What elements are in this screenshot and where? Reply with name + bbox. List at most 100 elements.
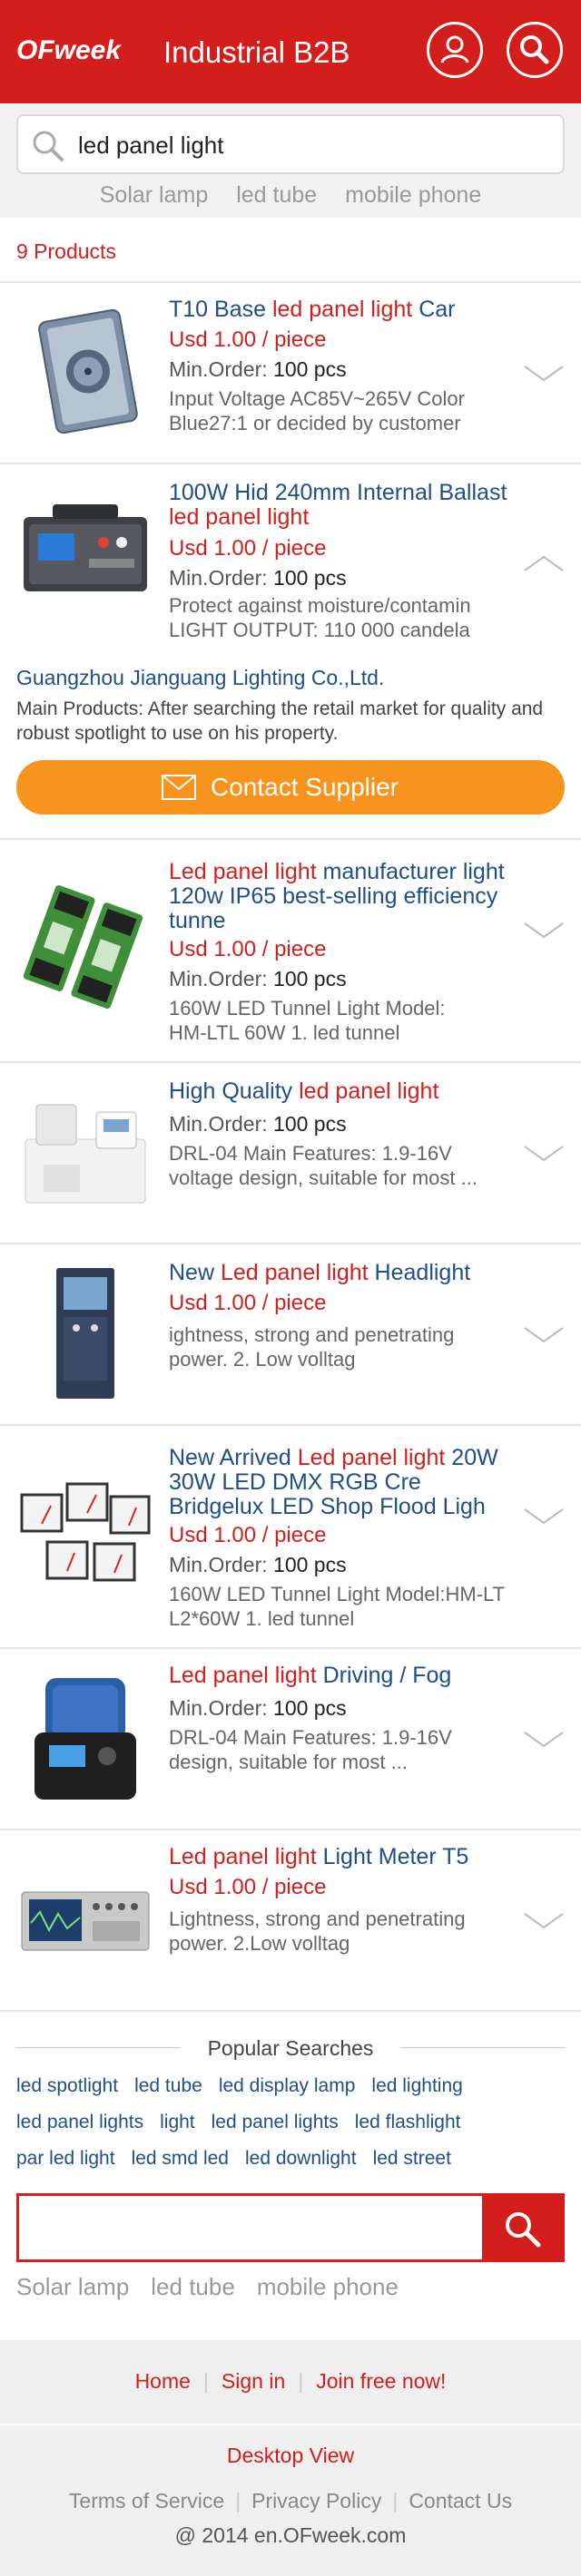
product-price: Usd 1.00 / piece [169,1291,327,1315]
chevron-down-icon[interactable] [523,1144,565,1164]
footer-link-signin[interactable]: Sign in [222,2369,285,2393]
product-image[interactable] [16,1264,154,1402]
min-order: Min.Order: 100 pcs [169,1696,347,1720]
chevron-up-icon[interactable] [523,553,565,573]
hint-link[interactable]: mobile phone [345,182,481,208]
search-input[interactable]: led panel light [16,114,565,174]
popular-link[interactable]: led spotlight [16,2075,118,2096]
hint-link[interactable]: led tube [151,2273,235,2300]
min-order: Min.Order: 100 pcs [169,1112,347,1136]
product-title[interactable]: T10 Base led panel light Car [169,298,514,322]
product-image[interactable] [16,1669,154,1807]
contact-link[interactable]: Contact Us [409,2489,512,2513]
chevron-down-icon[interactable] [523,1911,565,1931]
product-image[interactable] [16,1850,154,1988]
product-row[interactable]: New Arrived Led panel light 20W 30W LED … [0,1426,581,1647]
popular-link[interactable]: led flashlight [355,2112,461,2132]
search-icon [520,35,549,64]
supplier-name[interactable]: Guangzhou Jianguang Lighting Co.,Ltd. [16,664,384,691]
product-title[interactable]: High Quality led panel light [169,1079,514,1104]
chevron-down-icon[interactable] [523,1325,565,1345]
product-title[interactable]: 100W Hid 240mm Internal Ballast led pane… [169,481,514,530]
bottom-search-hints: Solar lamp led tube mobile phone [16,2271,420,2302]
divider [0,2424,581,2425]
popular-link[interactable]: led tube [134,2075,202,2096]
chevron-down-icon[interactable] [523,1730,565,1750]
result-count: 9 Products [16,239,116,263]
ofweek-logo[interactable]: OFweek [16,28,153,73]
product-row[interactable]: Led panel light Driving / Fog Min.Order:… [0,1649,581,1829]
product-price: Usd 1.00 / piece [169,1523,327,1547]
logo-text: OFweek [16,35,122,65]
popular-link[interactable]: led downlight [245,2148,357,2169]
supplier-main-products: Main Products: After searching the retai… [16,698,544,744]
popular-link[interactable]: led smd led [132,2148,229,2169]
min-order: Min.Order: 100 pcs [169,357,347,381]
product-row[interactable]: 100W Hid 240mm Internal Ballast led pane… [0,464,581,646]
product-title[interactable]: Led panel light Light Meter T5 [169,1845,514,1869]
contact-supplier-label: Contact Supplier [211,773,399,801]
popular-searches-heading: Popular Searches [207,2036,374,2060]
site-title: Industrial B2B [163,35,350,69]
popular-row: led spotlight led tube led display lamp led… [16,2073,479,2099]
popular-link[interactable]: led panel lights [212,2112,339,2132]
popular-link[interactable]: led street [373,2148,451,2169]
product-desc: 160W LED Tunnel Light Model:HM-LT L2*60W… [169,1583,506,1630]
product-desc: ightness, strong and penetrating power. … [169,1323,455,1371]
chevron-down-icon[interactable] [523,921,565,941]
product-row[interactable]: High Quality led panel light Min.Order: … [0,1063,581,1243]
product-desc: Input Voltage AC85V~265V Color Blue27:1 … [169,387,465,434]
product-price: Usd 1.00 / piece [169,536,327,561]
product-desc: Protect against moisture/contamin LIGHT … [169,594,471,641]
hint-link[interactable]: Solar lamp [16,2273,129,2300]
header-bar: OFweek Industrial B2B [0,0,581,103]
product-title[interactable]: New Arrived Led panel light 20W 30W LED … [169,1446,514,1519]
footer: Home | Sign in | Join free now! Desktop View… [0,2340,581,2576]
desktop-view-link[interactable]: Desktop View [0,2442,581,2469]
supplier-panel: Guangzhou Jianguang Lighting Co.,Ltd. Ma… [0,646,581,822]
divider [0,2010,581,2012]
popular-link[interactable]: light [160,2112,195,2132]
hint-link[interactable]: mobile phone [257,2273,399,2300]
contact-supplier-button[interactable]: Contact Supplier [16,760,565,815]
hint-link[interactable]: led tube [236,182,317,208]
footer-link-join[interactable]: Join free now! [316,2369,446,2393]
product-row[interactable]: T10 Base led panel light Car Usd 1.00 / … [0,283,581,463]
product-title[interactable]: Led panel light Driving / Fog [169,1664,514,1688]
popular-link[interactable]: led display lamp [219,2075,356,2096]
header-search-button[interactable] [507,22,563,78]
product-row[interactable]: Led panel light Light Meter T5 Usd 1.00 … [0,1830,581,2010]
product-title[interactable]: Led panel light manufacturer light 120w … [169,860,514,933]
bottom-search-input[interactable] [16,2193,565,2262]
bottom-search-button[interactable] [482,2196,562,2259]
popular-link[interactable]: led lighting [371,2075,462,2096]
product-price: Usd 1.00 / piece [169,327,327,352]
product-row[interactable]: New Led panel light Headlight Usd 1.00 /… [0,1244,581,1424]
privacy-link[interactable]: Privacy Policy [251,2489,381,2513]
mail-icon [162,775,196,800]
user-icon [440,35,469,63]
copyright: @ 2014 en.OFweek.com [174,2523,407,2547]
footer-legal-links: Terms of Service | Privacy Policy | Contact … [68,2489,513,2513]
account-button[interactable] [427,22,483,78]
product-desc: DRL-04 Main Features: 1.9-16V design, su… [169,1726,452,1773]
product-image[interactable] [16,303,154,441]
terms-link[interactable]: Terms of Service [69,2489,224,2513]
product-image[interactable] [16,1083,154,1221]
product-image[interactable] [16,880,154,1018]
popular-link[interactable]: par led light [16,2148,115,2169]
hint-link[interactable]: Solar lamp [100,182,209,208]
search-area: led panel light Solar lamp led tube mobi… [0,103,581,218]
chevron-down-icon[interactable] [523,364,565,384]
chevron-down-icon[interactable] [523,1507,565,1527]
product-image[interactable] [16,481,154,619]
footer-link-home[interactable]: Home [135,2369,191,2393]
popular-link[interactable]: led panel lights [16,2112,143,2132]
product-desc: Lightness, strong and penetrating power.… [169,1908,466,1955]
search-icon [506,2212,541,2248]
product-row[interactable]: Led panel light manufacturer light 120w … [0,840,581,1061]
product-title[interactable]: New Led panel light Headlight [169,1261,514,1285]
product-image[interactable] [16,1466,154,1604]
product-price: Usd 1.00 / piece [169,937,327,961]
min-order: Min.Order: 100 pcs [169,967,347,990]
